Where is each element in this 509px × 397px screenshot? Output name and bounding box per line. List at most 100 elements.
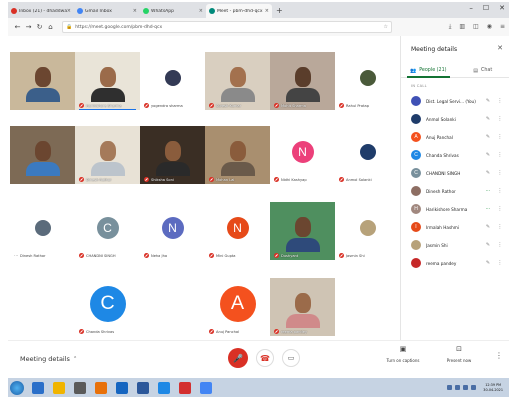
participant-row[interactable]: Jasmin Shi ✎ ⋮ <box>401 236 509 254</box>
more-options-icon[interactable]: ⋮ <box>496 206 504 212</box>
participant-tile[interactable] <box>10 126 75 184</box>
participant-tile[interactable] <box>10 52 75 110</box>
participant-tile[interactable]: Rahul Pratap <box>335 52 400 110</box>
meeting-details-button[interactable]: Meeting details ⌃ <box>20 355 77 363</box>
browser-tab[interactable]: Inbox (21) - dhaddwal@gmail.c× <box>8 4 74 18</box>
participant-tile[interactable]: yogendra sharma <box>140 52 205 110</box>
close-panel-icon[interactable]: ✕ <box>497 44 503 52</box>
maximize-icon[interactable]: ☐ <box>483 4 489 12</box>
download-icon[interactable]: ⤓ <box>449 23 452 31</box>
participant-row[interactable]: H Harikishore Sharma ⋯ ⋮ <box>401 200 509 218</box>
tray-icon[interactable] <box>463 385 469 390</box>
more-options-icon[interactable]: ⋮ <box>496 260 504 266</box>
extension-icon[interactable]: ◉ <box>487 23 492 31</box>
participant-row[interactable]: C CHANDNI SINGH ✎ ⋮ <box>401 164 509 182</box>
more-options-icon[interactable]: ⋮ <box>496 152 504 158</box>
url-bar[interactable]: 🔒 https://meet.google.com/pbm-dhd-qcx ☆ <box>62 21 392 33</box>
taskbar-app-icon[interactable] <box>200 381 212 394</box>
tray-icon[interactable] <box>455 385 461 390</box>
participant-tile[interactable]: Shiksha Soni <box>140 126 205 184</box>
participant-tile[interactable]: ⋯ Dinesh Rathor <box>10 202 75 260</box>
participant-tile[interactable]: N Nidhi Kashyap <box>270 126 335 184</box>
close-tab-icon[interactable]: × <box>133 8 137 14</box>
menu-icon[interactable]: ≡ <box>500 23 505 31</box>
more-options-icon[interactable]: ⋮ <box>496 170 504 176</box>
forward-icon[interactable]: → <box>23 23 34 31</box>
present-button[interactable]: ⊡ Present now <box>439 345 479 363</box>
back-icon[interactable]: ← <box>12 23 23 31</box>
participant-tile[interactable]: Anmol Solanki <box>335 126 400 184</box>
more-options-icon[interactable]: ⋮ <box>496 98 504 104</box>
participant-tile[interactable]: A Anuj Panchal <box>205 278 270 336</box>
participant-tile[interactable]: Mohit Sharma <box>270 52 335 110</box>
participant-name-label: ⋯ Dinesh Rathor <box>14 253 46 258</box>
participant-row[interactable]: C Chanda Shrivas ✎ ⋮ <box>401 146 509 164</box>
participant-tile[interactable]: Mohan Lal <box>205 126 270 184</box>
minimize-icon[interactable]: – <box>469 4 473 12</box>
bookmark-star-icon[interactable]: ☆ <box>384 24 388 30</box>
participant-name-label: Harikishore Sharma <box>79 103 121 108</box>
browser-tab[interactable]: WhatsApp × <box>140 4 206 18</box>
participant-tile[interactable]: N Mini Gupta <box>205 202 270 260</box>
taskbar-app-icon[interactable] <box>137 381 149 394</box>
captions-button[interactable]: ▣ Turn on captions <box>383 345 423 363</box>
more-options-icon[interactable]: ⋮ <box>496 134 504 140</box>
tab-chat[interactable]: ▤ Chat <box>456 64 509 77</box>
tray-icon[interactable] <box>447 385 453 390</box>
participant-row[interactable]: I Irmalah Hashmi ✎ ⋮ <box>401 218 509 236</box>
participant-tile[interactable]: C Chanda Shrivas <box>75 278 140 336</box>
more-options-icon[interactable]: ⋮ <box>496 188 504 194</box>
browser-tab[interactable]: Gmail Inbox × <box>74 4 140 18</box>
new-tab-button[interactable]: + <box>276 4 283 18</box>
participant-row[interactable]: Dist. Legal Servi... (You) ✎ ⋮ <box>401 92 509 110</box>
browser-tab[interactable]: Meet - pbm-dhd-qcx × <box>206 4 272 18</box>
participant-tile[interactable]: C CHANDNI SINGH <box>75 202 140 260</box>
home-icon[interactable]: ⌂ <box>45 23 56 31</box>
close-window-icon[interactable]: ✕ <box>499 4 505 12</box>
torso <box>25 88 60 102</box>
microphone-off-button[interactable]: 🎤 <box>228 348 248 368</box>
participant-avatar: A <box>219 285 256 322</box>
participant-tile[interactable]: Suresh Kumar <box>205 52 270 110</box>
participant-row[interactable]: reema pandey ✎ ⋮ <box>401 254 509 272</box>
participant-avatar <box>411 240 421 250</box>
participant-row[interactable]: Dinesh Rathor ⋯ ⋮ <box>401 182 509 200</box>
close-tab-icon[interactable]: × <box>265 8 269 14</box>
tab-people[interactable]: 👥 People (21) <box>401 64 456 78</box>
participant-tile[interactable]: reema pandey <box>270 278 335 336</box>
taskbar-app-icon[interactable] <box>179 381 191 394</box>
leave-call-button[interactable]: ☎ <box>256 349 274 367</box>
more-options-icon[interactable]: ⋮ <box>496 242 504 248</box>
close-tab-icon[interactable]: × <box>199 8 203 14</box>
reload-icon[interactable]: ↻ <box>34 23 45 31</box>
more-options-icon[interactable]: ⋮ <box>495 351 503 360</box>
participant-avatar <box>359 219 376 236</box>
more-options-icon[interactable]: ⋮ <box>496 224 504 230</box>
more-options-icon[interactable]: ⋮ <box>496 116 504 122</box>
library-icon[interactable]: ▥ <box>459 23 465 31</box>
taskbar-app-icon[interactable] <box>74 381 86 394</box>
clock[interactable]: 12:39 PM 30-04-2021 <box>483 383 503 393</box>
taskbar-app-icon[interactable] <box>95 381 107 394</box>
tab-favicon-icon <box>11 8 17 14</box>
participant-tile[interactable]: N Neha Jha <box>140 202 205 260</box>
participant-name-label: Anuj Panchal <box>209 329 239 334</box>
face <box>34 141 51 161</box>
taskbar-app-icon[interactable] <box>158 381 170 394</box>
close-tab-icon[interactable]: × <box>67 8 71 14</box>
participant-tile[interactable]: Jasmin Shi <box>335 202 400 260</box>
audio-active-icon: ⋯ <box>485 188 491 194</box>
participant-name-label: Neha Jha <box>144 253 167 258</box>
sidebar-icon[interactable]: ◫ <box>473 23 479 31</box>
participant-row[interactable]: Anmol Solanki ✎ ⋮ <box>401 110 509 128</box>
tray-icon[interactable] <box>471 385 477 390</box>
participant-tile[interactable]: Dinesh Rathor <box>75 126 140 184</box>
participant-tile[interactable]: Harikishore Sharma <box>75 52 140 110</box>
participant-tile[interactable]: Dushyant <box>270 202 335 260</box>
participant-row[interactable]: A Anuj Panchal ✎ ⋮ <box>401 128 509 146</box>
taskbar-app-icon[interactable] <box>53 381 65 394</box>
taskbar-app-icon[interactable] <box>32 381 44 394</box>
start-button[interactable] <box>10 380 24 395</box>
camera-button[interactable]: ▭ <box>282 349 300 367</box>
taskbar-app-icon[interactable] <box>116 381 128 394</box>
